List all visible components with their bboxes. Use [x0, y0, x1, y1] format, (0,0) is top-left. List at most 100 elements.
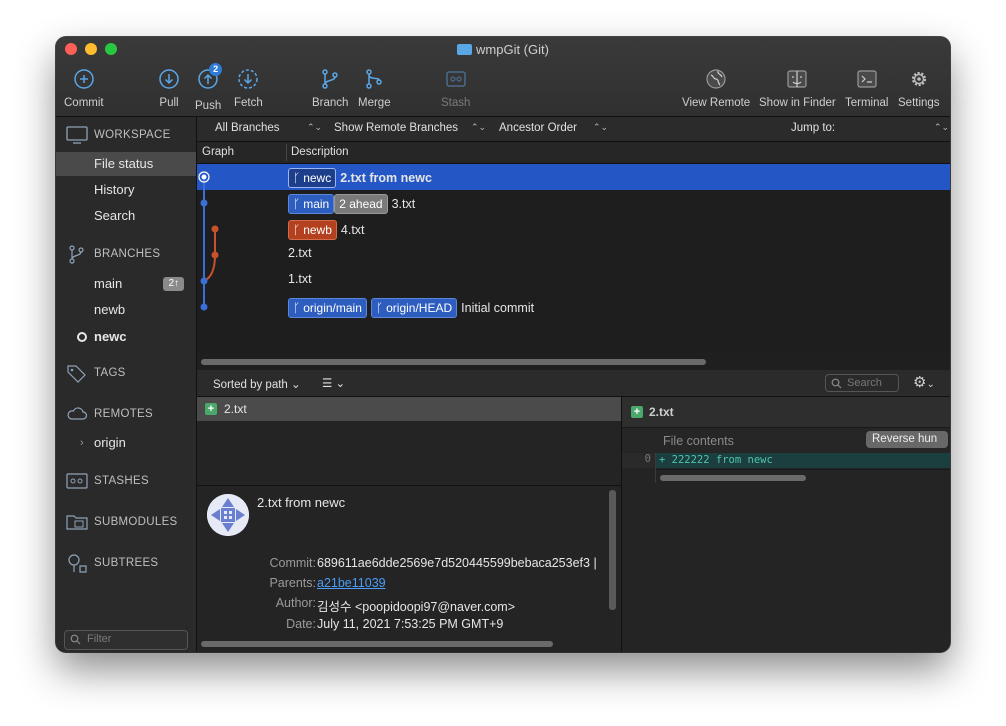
remote-branches-select[interactable]: Show Remote Branches	[334, 122, 458, 134]
terminal-icon	[857, 70, 877, 88]
commit-row[interactable]: ᚴ main 2 ahead 3.txt	[197, 190, 950, 216]
gear-icon[interactable]: ⚙⌄	[913, 373, 935, 391]
commit-list: ᚴ newc 2.txt from newc ᚴ main 2 ahead 3.tx…	[197, 164, 950, 353]
graph-node	[200, 303, 208, 311]
monitor-icon	[66, 126, 88, 144]
graph-column-header[interactable]: Graph	[202, 146, 234, 158]
push-button[interactable]: 2 Push	[195, 63, 223, 112]
hunk-title: File contents	[663, 434, 734, 448]
updown-chevron-icon: ⌃⌄	[471, 122, 487, 132]
sort-select[interactable]: Sorted by path ⌄	[213, 377, 301, 391]
settings-label: Settings	[898, 97, 940, 109]
author-label: Author:	[275, 596, 316, 610]
graph-node	[211, 251, 219, 259]
branches-section[interactable]: BRANCHES	[66, 244, 160, 264]
diff-gutter-line	[655, 453, 656, 483]
sidebar-item-branch-newb[interactable]: newb	[56, 298, 196, 322]
commit-row[interactable]: 1.txt	[197, 268, 950, 294]
search-label: Search	[94, 208, 136, 223]
submodules-section[interactable]: SUBMODULES	[66, 512, 178, 532]
commit-icon	[74, 69, 94, 89]
sort-label: Sorted by path	[213, 379, 288, 391]
commit-row[interactable]: ᚴ origin/main ᚴ origin/HEAD Initial commit	[197, 294, 950, 320]
branch-icon	[69, 245, 84, 264]
current-branch-icon	[77, 332, 87, 342]
order-select[interactable]: Ancestor Order	[499, 122, 577, 134]
commit-description: 1.txt	[288, 272, 312, 286]
sidebar-item-file-status[interactable]: File status	[56, 152, 196, 176]
diff-hunk-header: File contents Reverse hun	[622, 428, 950, 452]
show-in-finder-button[interactable]: Show in Finder	[759, 67, 836, 109]
parent-commit-link[interactable]: a21be11039	[317, 576, 386, 590]
branch-tag: ᚴ origin/HEAD	[370, 298, 458, 318]
list-view-select[interactable]: ☰ ⌄	[322, 376, 345, 390]
commit-hash-value: 689611ae6dde2569e7d520445599bebaca253ef3…	[317, 556, 597, 570]
file-row[interactable]: + 2.txt	[197, 397, 621, 421]
pull-button[interactable]: Pull	[157, 67, 181, 109]
stash-icon	[445, 71, 466, 87]
branch-tag-label: newc	[303, 171, 332, 185]
search-placeholder: Search	[847, 377, 882, 389]
commit-list-header: Graph Description	[197, 142, 950, 164]
branch-tag: ᚴ main	[288, 194, 335, 214]
diff-file-name: 2.txt	[649, 405, 674, 419]
commit-hash-label: Commit:	[269, 556, 316, 570]
fetch-icon	[238, 69, 259, 89]
commit-description: ᚴ newc 2.txt from newc	[288, 168, 432, 188]
graph-node	[211, 225, 219, 233]
stash-button[interactable]: Stash	[441, 67, 470, 109]
branch-button[interactable]: Branch	[312, 67, 348, 109]
graph-node	[200, 277, 208, 285]
line-content: + 222222 from newc	[659, 454, 773, 466]
commit-graph	[198, 171, 219, 311]
commit-details: 2.txt from newc Commit: 689611ae6dde2569…	[197, 485, 622, 652]
view-remote-button[interactable]: View Remote	[682, 67, 750, 109]
commit-row[interactable]: ᚴ newc 2.txt from newc	[197, 164, 950, 190]
reverse-hunk-button[interactable]: Reverse hun	[866, 431, 948, 448]
sidebar-item-branch-newc[interactable]: newc	[56, 325, 196, 349]
pull-icon	[159, 69, 179, 89]
file-name: 2.txt	[224, 402, 247, 416]
stash-label: Stash	[441, 97, 471, 109]
fetch-button[interactable]: Fetch	[234, 67, 263, 109]
commit-message: 2.txt from newc	[340, 171, 432, 185]
sidebar-item-remote-origin[interactable]: › origin	[56, 431, 196, 455]
remotes-section[interactable]: REMOTES	[66, 404, 153, 424]
submodules-label: SUBMODULES	[94, 516, 178, 528]
workspace-section[interactable]: WORKSPACE	[66, 125, 171, 145]
chevron-right-icon[interactable]: ›	[80, 431, 84, 455]
diff-gutter-divider	[655, 469, 950, 470]
commit-row[interactable]: 2.txt	[197, 242, 950, 268]
files-search-input[interactable]: Search	[825, 374, 899, 392]
commit-button[interactable]: Commit	[64, 67, 104, 109]
branch-tag: ᚴ newc	[288, 168, 337, 188]
author-value: 김성수 <poopidoopi97@naver.com>	[317, 600, 516, 614]
branch-icon: ᚴ	[293, 171, 301, 185]
commit-list-scrollbar[interactable]	[201, 359, 706, 365]
settings-button[interactable]: Settings	[898, 67, 940, 109]
tags-section[interactable]: TAGS	[66, 363, 126, 383]
diff-scrollbar[interactable]	[660, 475, 806, 481]
commit-row[interactable]: ᚴ newb 4.txt	[197, 216, 950, 242]
push-label: Push	[195, 100, 222, 112]
sidebar-item-branch-main[interactable]: main 2↑	[56, 272, 196, 296]
line-number: 0	[622, 453, 655, 468]
toolbar: wmpGit (Git) Commit Pull 2 Push Fetch Br…	[56, 37, 950, 117]
commit-description: ᚴ main 2 ahead 3.txt	[288, 194, 415, 214]
commit-details-hscrollbar[interactable]	[201, 641, 553, 647]
branch-icon: ᚴ	[293, 301, 301, 315]
commit-details-scrollbar[interactable]	[609, 490, 616, 610]
jump-to-select[interactable]: Jump to:	[791, 122, 835, 134]
identicon-icon	[207, 494, 249, 536]
sidebar-item-history[interactable]: History	[56, 178, 196, 202]
sidebar-filter-input[interactable]: Filter	[64, 630, 188, 650]
terminal-button[interactable]: Terminal	[845, 67, 888, 109]
branches-select[interactable]: All Branches	[215, 122, 280, 134]
stashes-section[interactable]: STASHES	[66, 471, 149, 491]
subtrees-section[interactable]: SUBTREES	[66, 553, 158, 573]
merge-button[interactable]: Merge	[358, 67, 391, 109]
description-column-header[interactable]: Description	[291, 146, 349, 158]
sidebar-item-search[interactable]: Search	[56, 204, 196, 228]
column-divider[interactable]	[286, 144, 287, 161]
graph-node	[200, 199, 208, 207]
